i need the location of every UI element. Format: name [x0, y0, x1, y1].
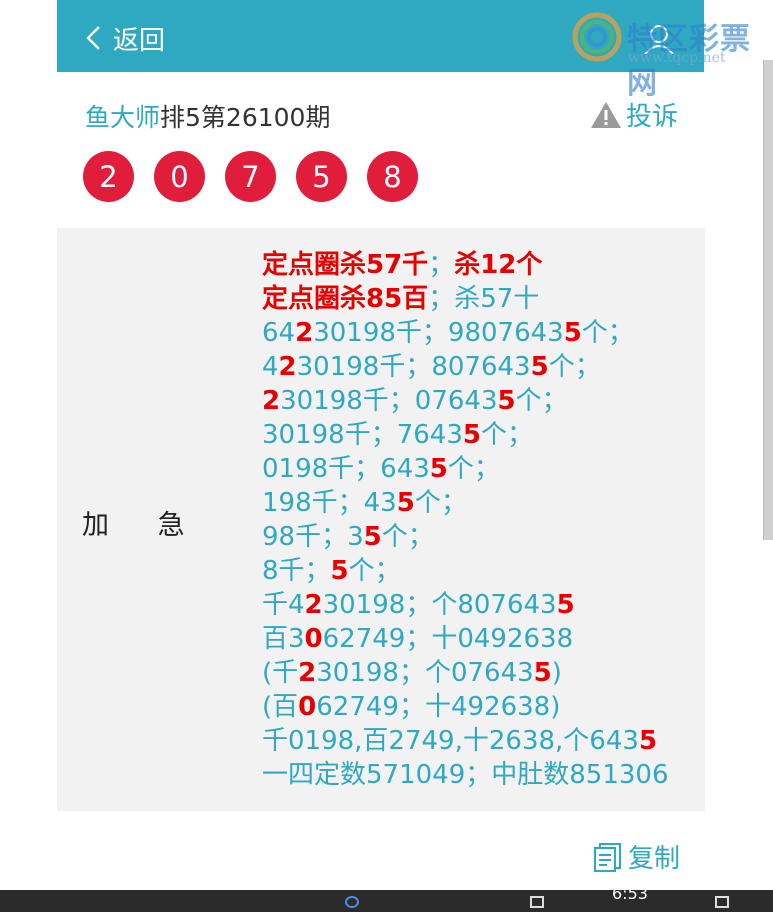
highlight-text: 5: [497, 386, 516, 416]
line-text: 个；: [348, 556, 401, 586]
highlight-text: 5: [638, 726, 658, 756]
logo-url: www.tqcp.net: [628, 50, 726, 66]
line-text: ；杀57十: [428, 284, 540, 314]
prediction-line: 定点圈杀85百；杀57十: [262, 282, 669, 316]
line-text: 30198千；07643: [280, 386, 498, 416]
number-ball: 2: [83, 151, 134, 202]
line-text: 个；: [515, 386, 568, 416]
line-text: 个；: [480, 420, 533, 450]
prediction-line: 定点圈杀57千；杀12个: [262, 248, 669, 282]
line-text: 30198千；7643: [262, 420, 463, 450]
scrollbar[interactable]: [763, 60, 773, 540]
browser-taskbar-icon[interactable]: [345, 896, 359, 908]
line-text: ): [551, 658, 562, 688]
line-text: 一四定数571049；中肚数851306: [262, 760, 669, 790]
copy-icon: [594, 842, 621, 872]
line-text: 98千；3: [262, 522, 364, 552]
prediction-line: 0198千；6435个；: [262, 452, 669, 486]
line-text: 个；: [381, 522, 434, 552]
prediction-line: 230198千；076435个；: [262, 384, 669, 418]
site-logo: 特区彩票网 www.tqcp.net: [572, 8, 772, 101]
prediction-line: 4230198千；8076435个；: [262, 350, 669, 384]
prediction-line: 8千；5个；: [262, 554, 669, 588]
line-text: 个；: [581, 318, 634, 348]
prediction-line: (百062749；十492638): [262, 690, 669, 724]
number-ball: 8: [367, 151, 418, 202]
highlight-text: 5: [556, 590, 575, 620]
prediction-line: 64230198千；98076435个；: [262, 316, 669, 350]
highlight-text: 5: [462, 420, 481, 450]
line-text: ；: [428, 250, 455, 280]
logo-ring-icon: [572, 12, 622, 62]
line-text: 198千；43: [262, 488, 397, 518]
line-text: 30198；个07643: [316, 658, 534, 688]
highlight-text: 定点圈杀85百: [262, 284, 429, 314]
line-text: (千: [262, 658, 299, 688]
window-taskbar-icon[interactable]: [530, 896, 544, 908]
highlight-text: 5: [563, 318, 582, 348]
prediction-line: 百3062749；十0492638: [262, 622, 669, 656]
highlight-text: 2: [262, 386, 281, 416]
line-text: 个；: [548, 352, 601, 382]
highlight-text: 5: [530, 352, 549, 382]
highlight-text: 杀12个: [454, 250, 543, 280]
post-title: 鱼大师排5第26100期: [85, 98, 330, 134]
prediction-panel: 加 急 定点圈杀57千；杀12个 定点圈杀85百；杀57十 64230198千；98…: [57, 228, 705, 811]
highlight-text: 5: [363, 522, 382, 552]
line-text: 百3: [262, 624, 305, 654]
line-text: 62749；十492638): [316, 692, 561, 722]
prediction-line: 30198千；76435个；: [262, 418, 669, 452]
line-text: 30198千；980764: [313, 318, 548, 348]
highlight-text: 5: [429, 454, 448, 484]
highlight-text: 2: [278, 352, 297, 382]
number-ball: 0: [154, 151, 205, 202]
draw-numbers: 2 0 7 5 8: [83, 151, 438, 202]
highlight-text: 2: [298, 658, 317, 688]
highlight-text: 5: [330, 556, 349, 586]
prediction-line: 一四定数571049；中肚数851306: [262, 758, 669, 792]
highlight-text: 2: [295, 318, 314, 348]
prediction-line: 千4230198；个8076435: [262, 588, 669, 622]
prediction-line: 198千；435个；: [262, 486, 669, 520]
highlight-text: 2: [304, 590, 323, 620]
line-text: (百: [262, 692, 299, 722]
back-button[interactable]: 返回: [85, 20, 165, 56]
prediction-lines: 定点圈杀57千；杀12个 定点圈杀85百；杀57十 64230198千；980764…: [262, 248, 669, 792]
line-text: 62749；十0492638: [322, 624, 574, 654]
number-ball: 7: [225, 151, 276, 202]
line-text: 30198千；807643: [296, 352, 531, 382]
line-text: 3: [547, 318, 564, 348]
number-ball: 5: [296, 151, 347, 202]
prediction-line: 98千；35个；: [262, 520, 669, 554]
line-text: 千4: [262, 590, 305, 620]
line-text: 30198；个807643: [322, 590, 557, 620]
prediction-line: 千0198,百2749,十2638,个6435: [262, 724, 669, 758]
author-link[interactable]: 鱼大师: [85, 103, 160, 132]
line-text: 千0198,百2749,十2638,个643: [262, 726, 639, 756]
back-label: 返回: [113, 25, 166, 56]
copy-label: 复制: [628, 844, 681, 874]
line-text: 64: [262, 318, 296, 348]
line-text: 个；: [447, 454, 500, 484]
highlight-text: 0: [298, 692, 317, 722]
line-text: 8千；: [262, 556, 331, 586]
prediction-line: (千230198；个076435): [262, 656, 669, 690]
notification-icon[interactable]: [715, 896, 729, 908]
highlight-text: 定点圈杀57千: [262, 250, 429, 280]
issue-label: 排5第26100期: [160, 103, 331, 132]
line-text: 个；: [414, 488, 467, 518]
chevron-left-icon: [86, 26, 100, 50]
complain-label: 投诉: [626, 102, 679, 132]
line-text: 0198千；643: [262, 454, 430, 484]
complain-button[interactable]: 投诉: [590, 96, 678, 133]
copy-button[interactable]: 复制: [592, 838, 680, 875]
panel-label: 加 急: [82, 510, 185, 541]
highlight-text: 5: [396, 488, 415, 518]
highlight-text: 0: [304, 624, 323, 654]
highlight-text: 5: [533, 658, 552, 688]
taskbar: 6:53: [0, 884, 773, 912]
taskbar-clock: 6:53: [612, 884, 648, 903]
line-text: 4: [262, 352, 279, 382]
warning-icon: [591, 101, 621, 128]
